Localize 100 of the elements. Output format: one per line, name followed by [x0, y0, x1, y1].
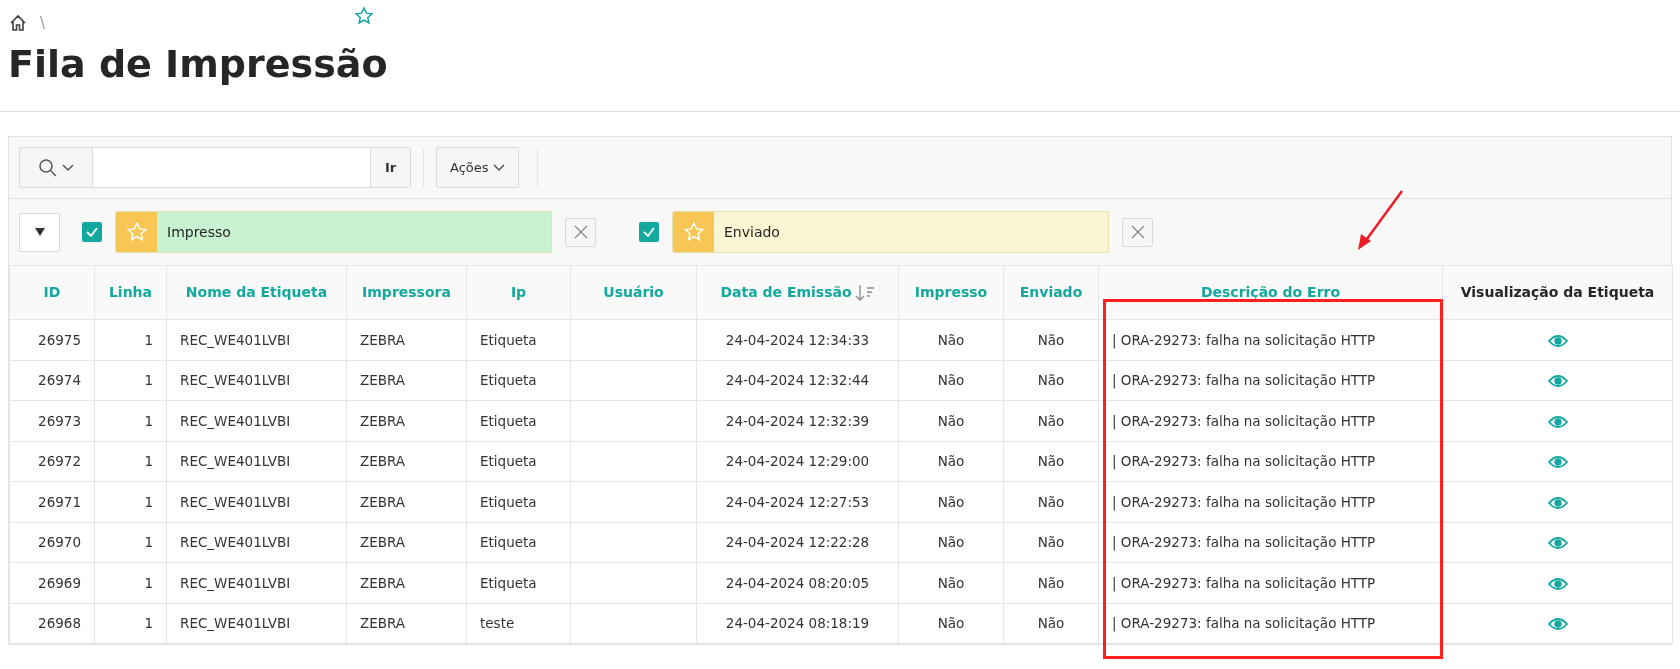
view-icon[interactable]	[1547, 414, 1568, 429]
table-cell: Não	[937, 493, 965, 510]
search-field[interactable]: Ir	[19, 147, 411, 188]
table-cell: ZEBRA	[360, 615, 406, 632]
table-cell: ZEBRA	[360, 412, 406, 429]
table-cell: 24-04-2024 08:18:19	[725, 615, 870, 632]
table-cell: REC_WE401LVBI	[180, 534, 291, 551]
table-cell: REC_WE401LVBI	[180, 615, 291, 632]
table-cell: 1	[144, 372, 153, 389]
breadcrumb-separator: \	[40, 12, 46, 34]
table-cell: 1	[144, 453, 153, 470]
column-header[interactable]: Visualização da Etiqueta	[1460, 284, 1655, 300]
view-icon[interactable]	[1547, 455, 1568, 470]
actions-button[interactable]: Ações	[436, 147, 519, 188]
column-header[interactable]: Enviado	[1019, 284, 1083, 300]
remove-filter-button[interactable]	[565, 217, 596, 247]
star-icon	[682, 221, 705, 243]
checkmark-icon	[85, 225, 99, 239]
table-cell: 1	[144, 412, 153, 429]
table-cell: | ORA-29273: falha na solicitação HTTP	[1112, 574, 1376, 591]
table-cell: 24-04-2024 08:20:05	[725, 574, 870, 591]
table-cell: Não	[1037, 372, 1065, 389]
chevron-down-icon[interactable]	[62, 163, 74, 172]
table-cell: Não	[1037, 534, 1065, 551]
table-cell: 1	[144, 534, 153, 551]
table-cell: 1	[144, 331, 153, 348]
view-icon[interactable]	[1547, 374, 1568, 389]
table-cell: REC_WE401LVBI	[180, 331, 291, 348]
table-cell: 24-04-2024 12:34:33	[725, 331, 870, 348]
table-cell: ZEBRA	[360, 534, 406, 551]
star-icon	[125, 221, 148, 243]
table-cell: ZEBRA	[360, 372, 406, 389]
table-cell: 1	[144, 615, 153, 632]
column-header[interactable]: Nome da Etiqueta	[185, 284, 328, 300]
table-cell: 24-04-2024 12:29:00	[725, 453, 870, 470]
column-header[interactable]: ID	[43, 284, 61, 300]
table-cell: 26971	[38, 493, 81, 510]
star-icon[interactable]	[354, 6, 374, 26]
table-cell: | ORA-29273: falha na solicitação HTTP	[1112, 453, 1376, 470]
remove-filter-button[interactable]	[1122, 217, 1153, 247]
table-cell: Etiqueta	[480, 574, 537, 591]
table-cell: 26973	[38, 412, 81, 429]
table-cell: 26969	[38, 574, 81, 591]
chevron-down-icon	[492, 163, 505, 172]
table-cell: | ORA-29273: falha na solicitação HTTP	[1112, 412, 1376, 429]
view-icon[interactable]	[1547, 495, 1568, 510]
column-header[interactable]: Descrição do Erro	[1200, 284, 1341, 300]
table-cell: Etiqueta	[480, 372, 537, 389]
table-cell: 26972	[38, 453, 81, 470]
view-icon[interactable]	[1547, 333, 1568, 348]
filter-chip[interactable]: Enviado	[672, 211, 1109, 253]
table-cell: | ORA-29273: falha na solicitação HTTP	[1112, 493, 1376, 510]
column-header[interactable]: Linha	[108, 284, 153, 300]
table-cell: Não	[937, 372, 965, 389]
table-cell: ZEBRA	[360, 453, 406, 470]
table-cell: Não	[1037, 412, 1065, 429]
table-cell: 24-04-2024 12:27:53	[725, 493, 870, 510]
table-cell: 24-04-2024 12:32:39	[725, 412, 870, 429]
home-icon[interactable]	[8, 13, 28, 33]
table-cell: Não	[937, 331, 965, 348]
filter-chip[interactable]: Impresso	[115, 211, 552, 253]
table-cell: Não	[937, 412, 965, 429]
table-cell: REC_WE401LVBI	[180, 453, 291, 470]
table-cell: 26968	[38, 615, 81, 632]
column-header[interactable]: Ip	[510, 284, 527, 300]
search-icon[interactable]	[38, 157, 58, 178]
table-cell: Não	[937, 615, 965, 632]
table-cell: 26970	[38, 534, 81, 551]
table-cell: teste	[480, 615, 515, 632]
triangle-down-icon	[34, 228, 45, 236]
table-cell: Etiqueta	[480, 453, 537, 470]
table-cell: | ORA-29273: falha na solicitação HTTP	[1112, 534, 1376, 551]
table-cell: | ORA-29273: falha na solicitação HTTP	[1112, 372, 1376, 389]
table-cell: 24-04-2024 12:22:28	[725, 534, 870, 551]
table-cell: 24-04-2024 12:32:44	[725, 372, 870, 389]
table-cell: 1	[144, 574, 153, 591]
column-header[interactable]: Impresso	[914, 284, 988, 300]
collapse-button[interactable]	[19, 212, 60, 252]
close-icon	[1130, 225, 1145, 239]
view-icon[interactable]	[1547, 617, 1568, 632]
filter-checkbox[interactable]	[639, 222, 659, 242]
view-icon[interactable]	[1547, 576, 1568, 591]
column-header[interactable]: Impressora	[362, 284, 451, 300]
table-cell: Não	[1037, 493, 1065, 510]
table-cell: | ORA-29273: falha na solicitação HTTP	[1112, 331, 1376, 348]
table-cell: ZEBRA	[360, 574, 406, 591]
column-header[interactable]: Data de Emissão	[720, 284, 852, 300]
table-cell: 1	[144, 493, 153, 510]
table-cell: Etiqueta	[480, 412, 537, 429]
table-cell: REC_WE401LVBI	[180, 574, 291, 591]
table-cell: REC_WE401LVBI	[180, 372, 291, 389]
close-icon	[573, 225, 588, 239]
table-cell: ZEBRA	[360, 493, 406, 510]
table-cell: Não	[937, 534, 965, 551]
go-button[interactable]: Ir	[370, 148, 410, 187]
table-cell: Etiqueta	[480, 534, 537, 551]
filter-checkbox[interactable]	[82, 222, 102, 242]
view-icon[interactable]	[1547, 536, 1568, 551]
table-cell: ZEBRA	[360, 331, 406, 348]
column-header[interactable]: Usuário	[603, 284, 664, 300]
